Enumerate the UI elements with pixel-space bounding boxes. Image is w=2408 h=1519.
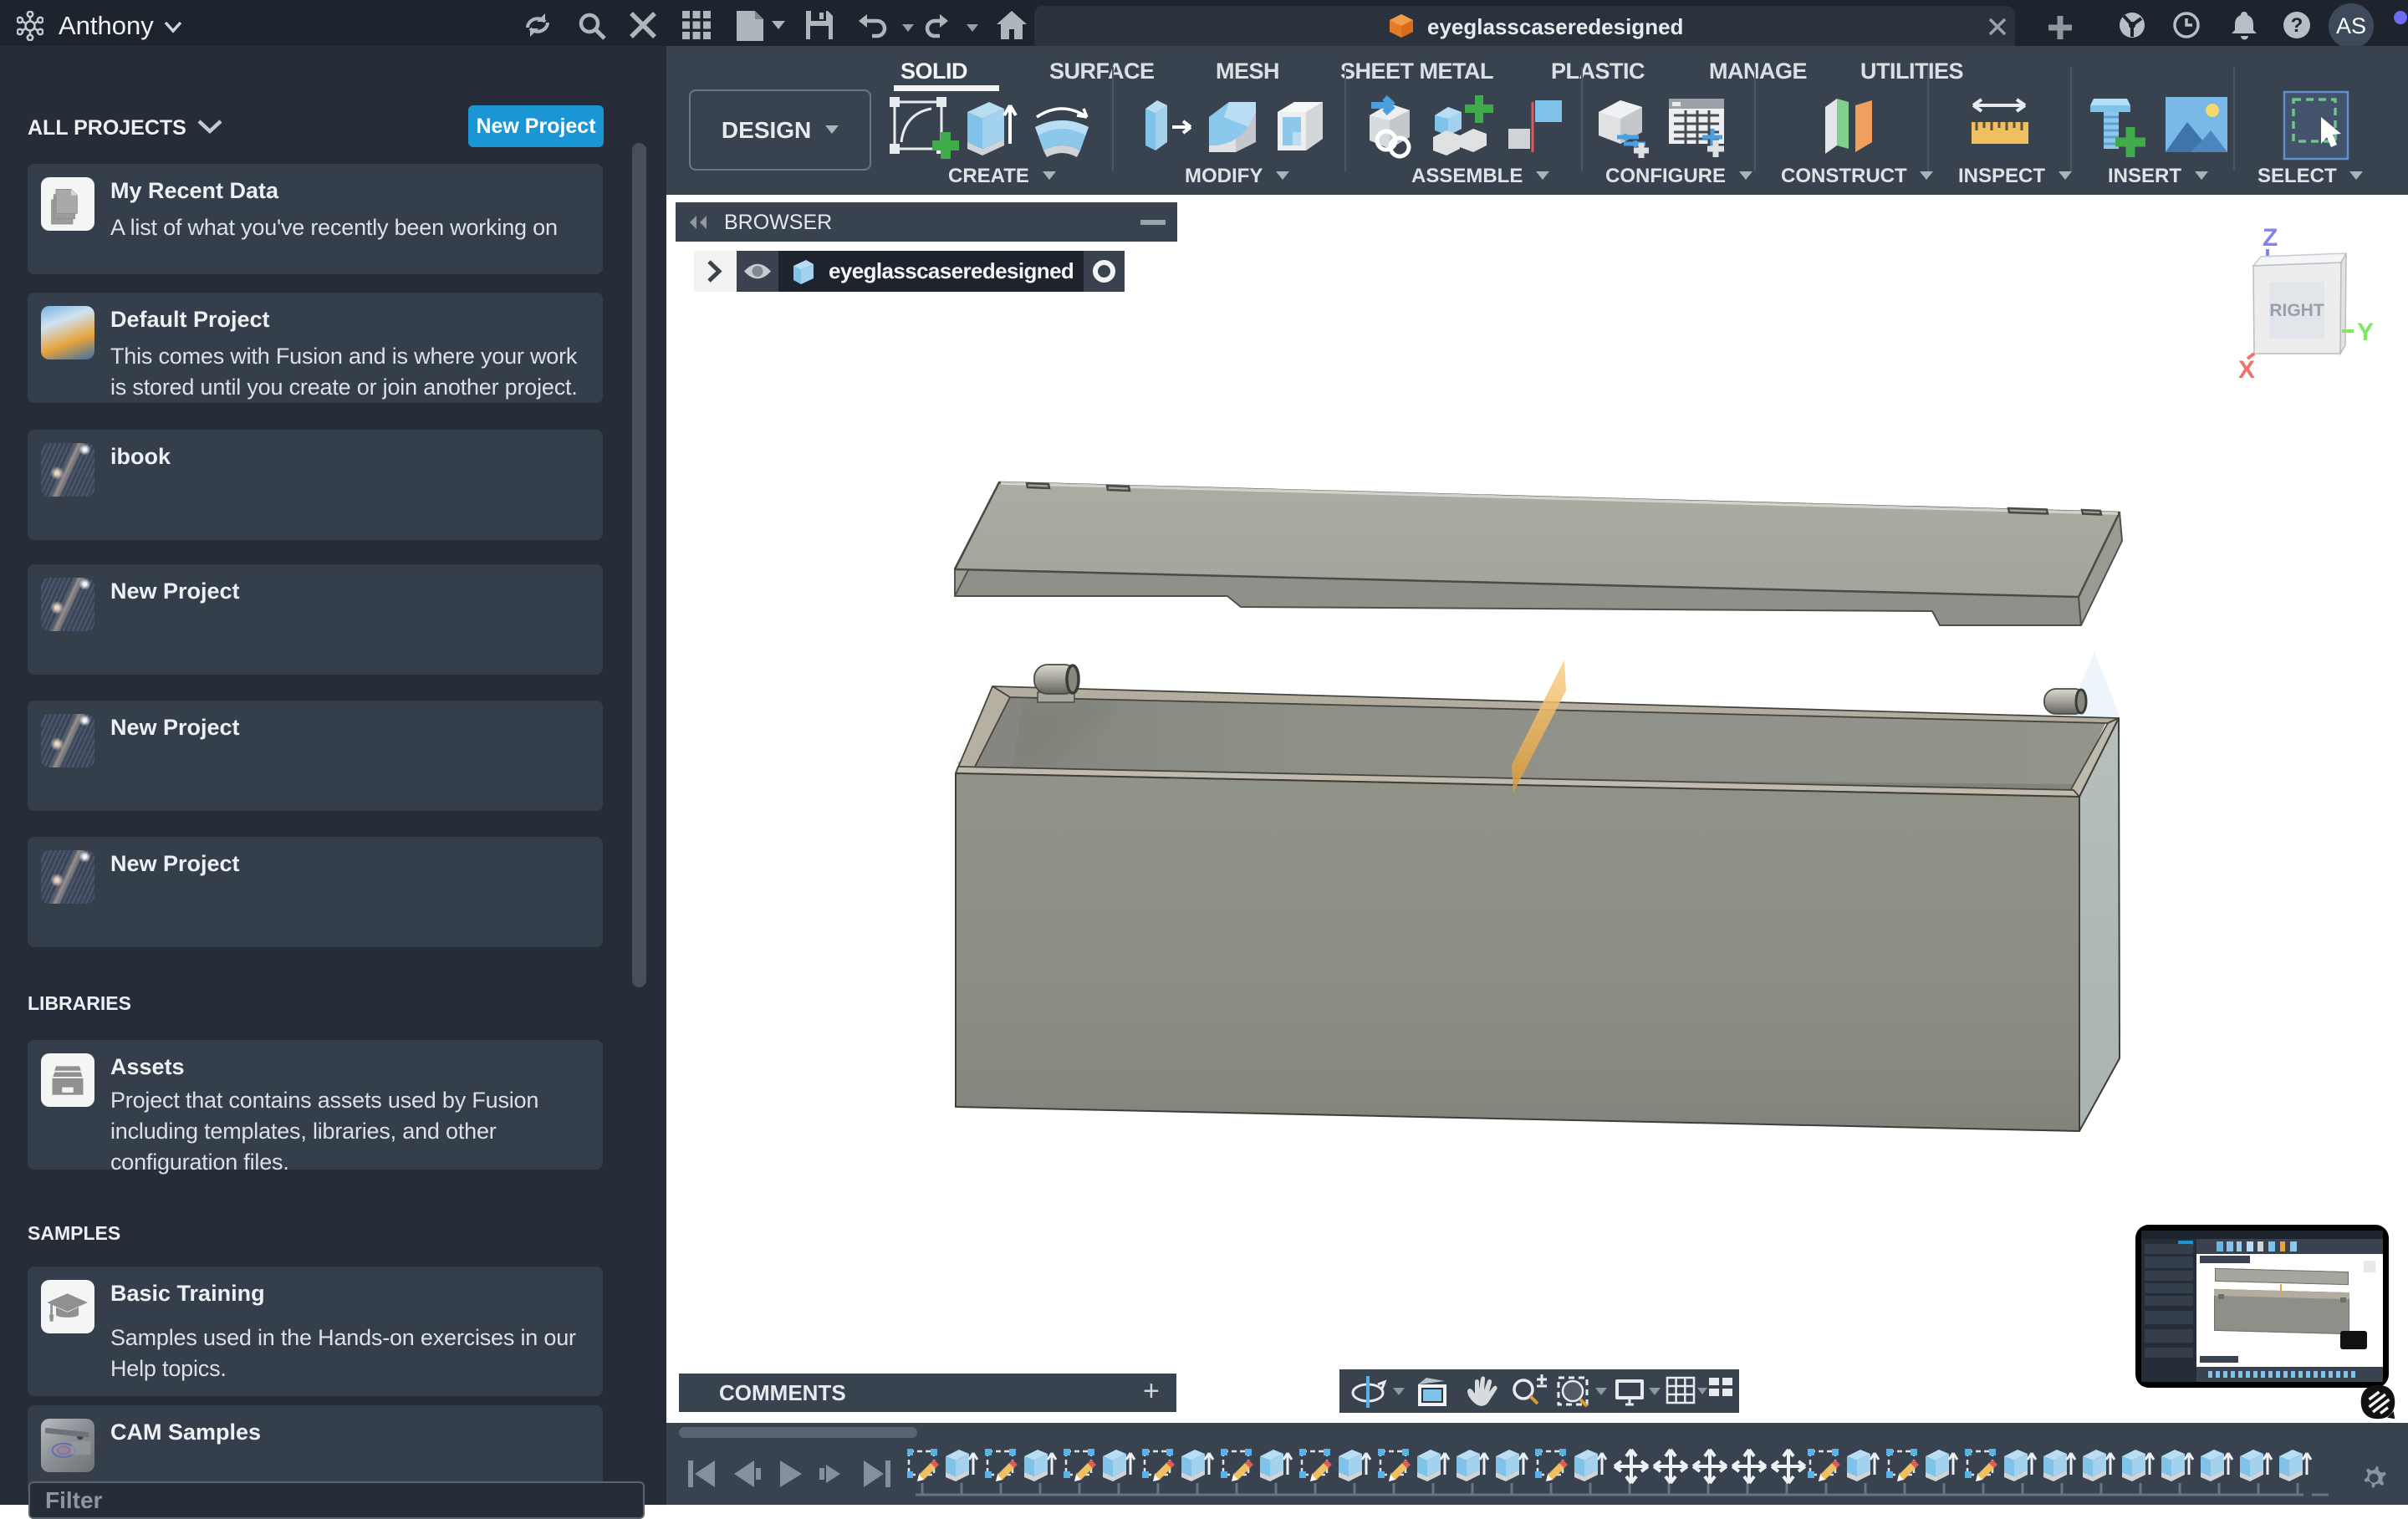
svg-text:X: X: [2238, 356, 2255, 383]
svg-text:RIGHT: RIGHT: [2269, 301, 2324, 320]
svg-text:Z: Z: [2263, 224, 2278, 252]
svg-text:?: ?: [2291, 14, 2303, 37]
svg-text:Y: Y: [2357, 319, 2374, 346]
